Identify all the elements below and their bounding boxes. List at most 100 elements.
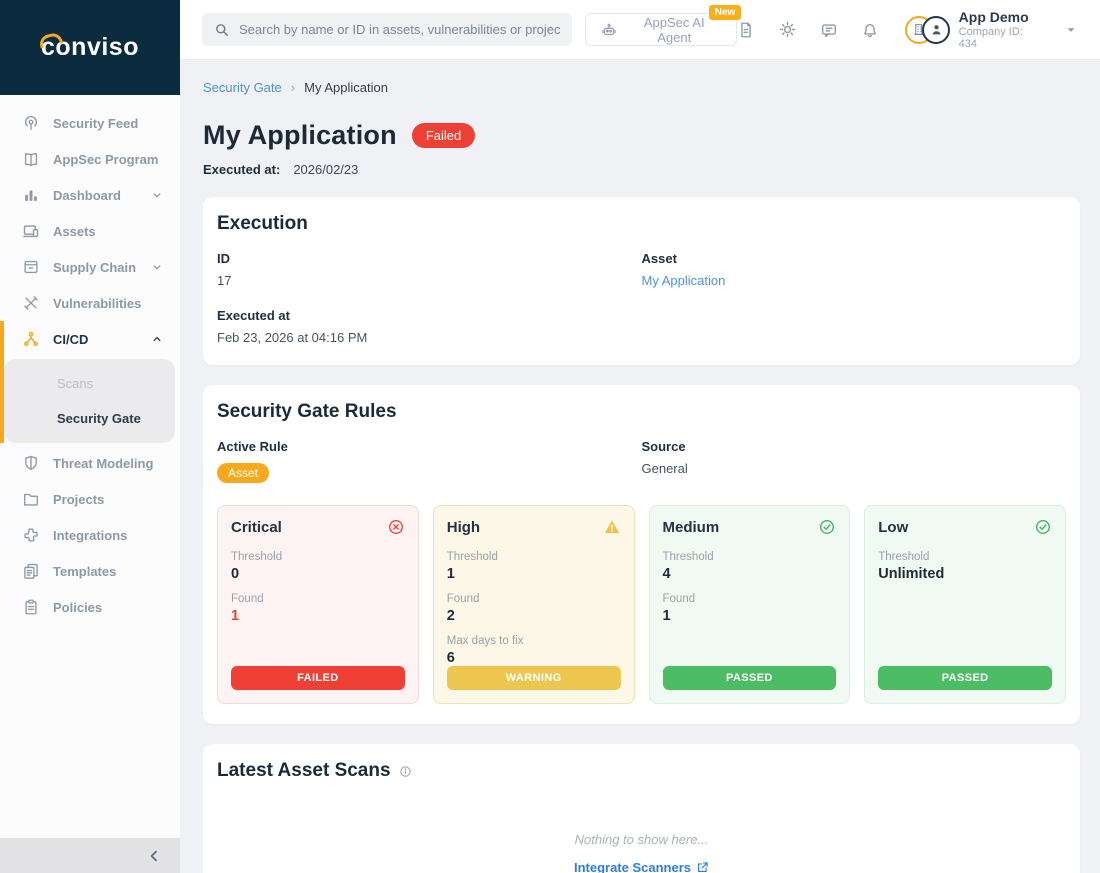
sidebar-item-assets[interactable]: Assets [0, 213, 180, 249]
executed-at-value: 2026/02/23 [293, 162, 359, 177]
sidebar-item-label: AppSec Program [53, 151, 159, 167]
threshold-value: 1 [446, 566, 455, 582]
sidebar-item-label: Templates [53, 563, 117, 579]
user-name: App Demo [958, 9, 1029, 26]
found-value: 1 [662, 608, 671, 624]
document-icon[interactable] [737, 21, 755, 39]
sidebar-item-threat-modeling[interactable]: Threat Modeling [0, 445, 180, 481]
threshold-value: 0 [231, 566, 240, 582]
user-menu[interactable]: App Demo Company ID: 434 [905, 9, 1078, 50]
security-gate-rules-card: Security Gate Rules Active Rule Asset So… [203, 385, 1080, 724]
avatar [905, 15, 951, 45]
clipboard-icon [22, 598, 40, 616]
execution-date-field: Executed at Feb 23, 2026 at 04:16 PM [217, 308, 642, 345]
executed-at-line: Executed at: 2026/02/23 [203, 162, 1080, 177]
threshold-label: Threshold [878, 551, 930, 563]
book-icon [22, 150, 40, 168]
page-content: Security Gate › My Application My Applic… [180, 60, 1100, 873]
check-circle-icon [1034, 518, 1052, 536]
gear-icon[interactable] [778, 20, 797, 39]
sidebar-collapse-bar[interactable] [0, 838, 180, 873]
threshold-label: Threshold [662, 551, 714, 563]
external-link-icon [696, 861, 709, 873]
execution-title: Execution [217, 213, 308, 234]
found-label: Found [662, 593, 696, 605]
breadcrumb-separator: › [290, 80, 296, 95]
sidebar-item-cicd[interactable]: CI/CD [4, 321, 180, 357]
caret-down-icon[interactable] [1064, 23, 1078, 37]
sidebar-item-templates[interactable]: Templates [0, 553, 180, 589]
threshold-value: 4 [662, 566, 671, 582]
info-icon[interactable] [399, 765, 412, 778]
broadcast-icon [22, 114, 40, 132]
asset-link[interactable]: My Application [642, 273, 1067, 288]
shield-icon [22, 454, 40, 472]
app-window: cconvisoonviso Security Feed AppSec Prog… [0, 0, 1100, 873]
rule-card-low: Low Threshold Unlimited PASSED [864, 505, 1066, 704]
sidebar-item-vulnerabilities[interactable]: Vulnerabilities [0, 285, 180, 321]
rule-card-medium: Medium Threshold 4 Found 1 PASSED [648, 505, 851, 704]
sidebar-item-projects[interactable]: Projects [0, 481, 180, 517]
max-days-label: Max days to fix [446, 635, 524, 647]
rule-name: High [446, 518, 481, 536]
execution-id-field: ID 17 [217, 251, 642, 288]
sidebar-item-label: CI/CD [53, 331, 89, 347]
sidebar-item-label: Supply Chain [53, 259, 137, 275]
sidebar-item-appsec-program[interactable]: AppSec Program [0, 141, 180, 177]
sidebar-nav: Security Feed AppSec Program Dashboard A… [0, 95, 180, 625]
sidebar: cconvisoonviso Security Feed AppSec Prog… [0, 0, 180, 873]
chevron-down-icon [150, 260, 164, 274]
sidebar-item-label: Assets [53, 223, 96, 239]
sidebar-subitem-label: Scans [57, 376, 94, 391]
sidebar-item-label: Security Feed [53, 115, 139, 131]
sidebar-item-security-feed[interactable]: Security Feed [0, 105, 180, 141]
bell-icon[interactable] [861, 21, 879, 39]
integrate-scanners-link[interactable]: Integrate Scanners [574, 860, 709, 873]
devices-icon [22, 222, 40, 240]
breadcrumb-link-security-gate[interactable]: Security Gate [203, 80, 282, 95]
rule-name: Critical [231, 518, 282, 536]
sidebar-item-policies[interactable]: Policies [0, 589, 180, 625]
appsec-ai-agent-button[interactable]: AppSec AI Agent New [585, 5, 742, 46]
bar-chart-icon [22, 186, 40, 204]
search-icon [214, 22, 230, 38]
branch-icon [22, 330, 40, 348]
page-header: My Application Failed [203, 120, 1080, 151]
sidebar-item-label: Vulnerabilities [53, 295, 142, 311]
sidebar-item-label: Dashboard [53, 187, 121, 203]
folder-icon [22, 490, 40, 508]
sidebar-item-label: Integrations [53, 527, 128, 543]
user-info: App Demo Company ID: 434 [959, 9, 1043, 49]
execution-asset-field: Asset My Application [642, 251, 1067, 288]
threshold-label: Threshold [446, 551, 498, 563]
sidebar-item-dashboard[interactable]: Dashboard [0, 177, 180, 213]
chat-icon[interactable] [820, 21, 838, 39]
cicd-section: CI/CD Scans Security Gate [0, 321, 180, 443]
logo-container[interactable]: cconvisoonviso [0, 0, 180, 95]
sidebar-subitem-scans[interactable]: Scans [4, 366, 175, 401]
rule-name: Medium [662, 518, 720, 536]
search-input[interactable] [239, 22, 561, 37]
page-title: My Application [203, 120, 397, 150]
rule-status-passed: PASSED [878, 666, 1052, 690]
execution-date-value: Feb 23, 2026 at 04:16 PM [217, 330, 368, 345]
found-label: Found [446, 593, 480, 605]
latest-asset-scans-card: Latest Asset Scans Nothing to show here.… [203, 744, 1080, 873]
found-label: Found [231, 593, 264, 605]
sidebar-item-label: Policies [53, 599, 103, 615]
sidebar-subitem-security-gate[interactable]: Security Gate [4, 401, 175, 436]
sidebar-item-integrations[interactable]: Integrations [0, 517, 180, 553]
sidebar-subitem-label: Security Gate [57, 411, 141, 426]
rule-status-passed: PASSED [662, 666, 837, 690]
executed-at-label: Executed at: [203, 162, 281, 177]
empty-state: Nothing to show here... Integrate Scanne… [217, 832, 1066, 873]
rule-name: Low [878, 518, 909, 536]
active-rule-field: Active Rule Asset [217, 439, 642, 483]
company-id: Company ID: 434 [958, 25, 1023, 50]
sidebar-item-supply-chain[interactable]: Supply Chain [0, 249, 180, 285]
global-search[interactable] [202, 13, 573, 46]
scans-title: Latest Asset Scans [217, 760, 391, 781]
user-avatar-icon [922, 15, 951, 44]
source-value: General [641, 461, 688, 476]
crossed-tools-icon [22, 294, 40, 312]
